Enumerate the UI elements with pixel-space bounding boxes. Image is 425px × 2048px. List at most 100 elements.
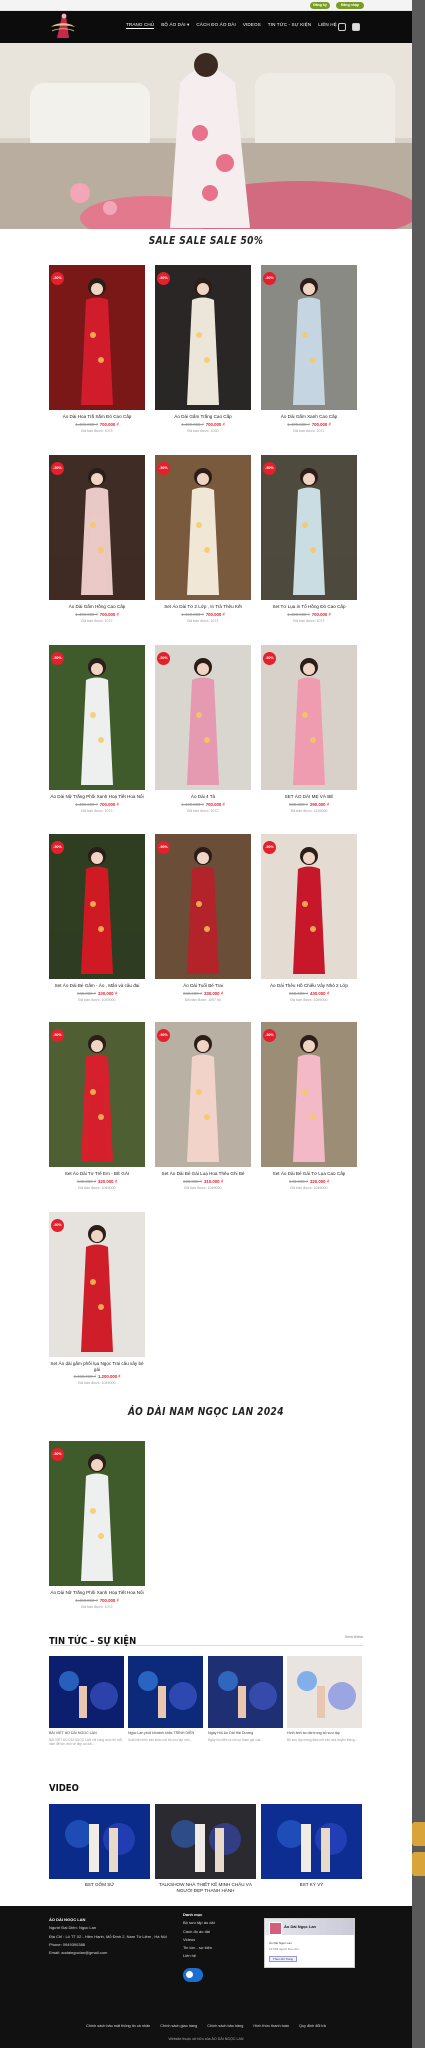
- product-card[interactable]: -50% Set Áo Dài Bé Gái Luạ Hoa Thêu Ghi B…: [155, 1022, 251, 1190]
- product-card[interactable]: -50% Set Áo dài gấm phối lụa Ngọc Trai câ…: [49, 1212, 145, 1385]
- news-item[interactable]: BÀI VIẾT ÁO DÀI NGỌC LAN BÀI VIẾT ÁO DÀI …: [49, 1656, 124, 1746]
- product-card[interactable]: -50% Áo Dài 4 Tà 1.400.000 ₫ 700.000 ₫ Đã bá…: [155, 645, 251, 813]
- product-image[interactable]: -50%: [155, 834, 251, 979]
- nav-measure[interactable]: CÁCH ĐO ÁO DÀI: [196, 22, 235, 29]
- product-name[interactable]: Set Tơ Lụa in Tổ Hồng Đỏ Cao Cấp: [261, 604, 357, 610]
- product-image[interactable]: -50%: [49, 455, 145, 600]
- product-card[interactable]: -50% Set Áo Dài Tơ Trẻ Em - BÉ GÁI 640.000…: [49, 1022, 145, 1190]
- news-title[interactable]: Ngọc Lan phối khoảnh khắc TRÌNH DIỄN: [128, 1731, 203, 1736]
- product-image[interactable]: -50%: [261, 265, 357, 410]
- news-item[interactable]: Hình ảnh áo dài trong bộ sưu tập Bộ sưu t…: [287, 1656, 362, 1742]
- product-card[interactable]: -50% Set Áo Dài Bé Gấm - Áo , Mấn và câu …: [49, 834, 145, 1002]
- product-name[interactable]: Áo Dài 4 Tà: [155, 794, 251, 800]
- news-title[interactable]: BÀI VIẾT ÁO DÀI NGỌC LAN: [49, 1731, 124, 1736]
- video-title[interactable]: BST KỲ VỸ: [261, 1882, 362, 1888]
- news-more-link[interactable]: Xem thêm: [345, 1634, 363, 1639]
- policy-payment[interactable]: Hình thức thanh toán: [253, 2024, 289, 2028]
- product-image[interactable]: -50%: [49, 1212, 145, 1357]
- product-card[interactable]: -50% Áo Dài Nữ Trắng Phối Xanh Hoạ Tiết H…: [49, 1441, 145, 1609]
- product-image[interactable]: -50%: [155, 645, 251, 790]
- fb-follow-button[interactable]: Theo dõi Trang: [269, 1956, 297, 1962]
- product-name[interactable]: Set Áo Dài Bé Gấm - Áo , Mấn và câu đai: [49, 983, 145, 989]
- video-item[interactable]: BST KỲ VỸ: [261, 1804, 362, 1888]
- footer-link-measure[interactable]: Cách đo áo dài: [183, 1928, 253, 1936]
- product-name[interactable]: Set Áo dài gấm phối lụa Ngọc Trai câu vâ…: [49, 1361, 145, 1372]
- product-image[interactable]: -50%: [49, 645, 145, 790]
- video-item[interactable]: TALKSHOW NHÀ THIẾT KẾ MINH CHÂU VÀ NGƯỜI…: [155, 1804, 256, 1893]
- product-image[interactable]: -50%: [155, 1022, 251, 1167]
- product-card[interactable]: -50% Áo Dài Thêu Hồ Chiếu Vây Nhỏ 2 Lớp 86…: [261, 834, 357, 1002]
- policy-return[interactable]: Quy định đổi trả: [299, 2024, 326, 2028]
- video-thumbnail[interactable]: [49, 1804, 150, 1879]
- product-card[interactable]: -50% Áo Dài Nữ Trắng Phối Xanh Hoạ Tiết H…: [49, 645, 145, 813]
- footer-email[interactable]: Email: aodaingoclan@gmail.com: [49, 1949, 174, 1957]
- footer-phone[interactable]: Phone: 0949390388: [49, 1941, 174, 1949]
- product-card[interactable]: -50% SET ÁO DÀI MẸ VÀ BÉ 580.000 ₫ 290.000 …: [261, 645, 357, 813]
- product-name[interactable]: Set Áo Dài Bé Gái Luạ Hoa Thêu Ghi Bé: [155, 1171, 251, 1177]
- news-item[interactable]: Ngày Hội Áo Dài Hải Dương Ngày hội diễn r…: [208, 1656, 283, 1742]
- product-name[interactable]: Áo Dài Gấm Xanh Cao Cấp: [261, 414, 357, 420]
- nav-news[interactable]: TIN TỨC - SỰ KIỆN: [268, 22, 311, 29]
- product-card[interactable]: -50% Áo Dài Tuổi Bé Trai 660.000 ₫ 330.000 …: [155, 834, 251, 1002]
- product-name[interactable]: Set Áo Dài Bé Gái Tơ Lụa Cao Cấp: [261, 1171, 357, 1177]
- facebook-widget[interactable]: Áo Dài Ngọc Lan Áo Dài Ngọc Lan 12.563 n…: [264, 1918, 355, 1968]
- policy-privacy[interactable]: Chính sách bảo mật thông tin cá nhân: [86, 2024, 150, 2028]
- policy-shipping[interactable]: Chính sách giao hàng: [160, 2024, 197, 2028]
- product-name[interactable]: Set Áo Dài Tơ 2 Lớp , In Trà Thêu Kết: [155, 604, 251, 610]
- footer-link-contact[interactable]: Liên hệ: [183, 1952, 253, 1960]
- side-tab-bottom[interactable]: [412, 1852, 425, 1876]
- search-icon[interactable]: [338, 23, 346, 31]
- product-card[interactable]: -50% Áo Dài Gấm Xanh Cao Cấp 1.400.000 ₫ 70…: [261, 265, 357, 433]
- product-name[interactable]: Áo Dài Thêu Hồ Chiếu Vây Nhỏ 2 Lớp: [261, 983, 357, 989]
- product-image[interactable]: -50%: [261, 645, 357, 790]
- nav-collection[interactable]: BỘ ÁO DÀI ▾: [161, 22, 189, 29]
- video-title[interactable]: TALKSHOW NHÀ THIẾT KẾ MINH CHÂU VÀ NGƯỜI…: [155, 1882, 256, 1893]
- product-card[interactable]: -50% Áo Dài Hoa Trắ Sắm Đỏ Cao Cấp 1.400.0…: [49, 265, 145, 433]
- product-card[interactable]: -50% Set Áo Dài Tơ 2 Lớp , In Trà Thêu Kế…: [155, 455, 251, 623]
- login-button[interactable]: Đăng nhập: [336, 2, 364, 9]
- product-card[interactable]: -50% Set Áo Dài Bé Gái Tơ Lụa Cao Cấp 640.…: [261, 1022, 357, 1190]
- policy-warranty[interactable]: Chính sách bảo hàng: [207, 2024, 243, 2028]
- product-image[interactable]: -50%: [261, 455, 357, 600]
- fb-page-name[interactable]: Áo Dài Ngọc Lan: [284, 1924, 316, 1929]
- product-image[interactable]: -50%: [49, 1022, 145, 1167]
- nav-home[interactable]: TRANG CHỦ: [126, 22, 155, 29]
- product-image[interactable]: -50%: [261, 1022, 357, 1167]
- product-image[interactable]: -50%: [261, 834, 357, 979]
- register-button[interactable]: Đăng ký: [310, 2, 330, 9]
- nav-contact[interactable]: LIÊN HỆ: [318, 22, 337, 29]
- product-name[interactable]: Áo Dài Hoa Trắ Sắm Đỏ Cao Cấp: [49, 414, 145, 420]
- product-image[interactable]: -50%: [155, 455, 251, 600]
- video-thumbnail[interactable]: [261, 1804, 362, 1879]
- video-item[interactable]: BST GỐM SỨ: [49, 1804, 150, 1888]
- nav-videos[interactable]: VIDEOS: [243, 22, 261, 29]
- product-name[interactable]: Set Áo Dài Tơ Trẻ Em - BÉ GÁI: [49, 1171, 145, 1177]
- news-image[interactable]: [208, 1656, 283, 1728]
- product-card[interactable]: -50% Set Tơ Lụa in Tổ Hồng Đỏ Cao Cấp 1.40…: [261, 455, 357, 623]
- product-card[interactable]: -50% Áo Dài Gấm Hồng Cao Cấp 1.400.000 ₫ 70…: [49, 455, 145, 623]
- product-image[interactable]: -50%: [49, 265, 145, 410]
- footer-link-collection[interactable]: Bộ sưu tập áo dài: [183, 1919, 253, 1927]
- video-thumbnail[interactable]: [155, 1804, 256, 1879]
- product-name[interactable]: SET ÁO DÀI MẸ VÀ BÉ: [261, 794, 357, 800]
- product-image[interactable]: -50%: [49, 1441, 145, 1586]
- cart-icon[interactable]: [352, 23, 360, 31]
- product-image[interactable]: -50%: [49, 834, 145, 979]
- brand-logo[interactable]: [48, 12, 78, 42]
- product-name[interactable]: Áo Dài Gấm Hồng Cao Cấp: [49, 604, 145, 610]
- video-title[interactable]: BST GỐM SỨ: [49, 1882, 150, 1888]
- footer-link-videos[interactable]: Videos: [183, 1936, 253, 1944]
- product-card[interactable]: -50% Áo Dài Gấm Trắng Cao Cấp 1.400.000 ₫ 7…: [155, 265, 251, 433]
- news-title[interactable]: Ngày Hội Áo Dài Hải Dương: [208, 1731, 283, 1736]
- product-name[interactable]: Áo Dài Tuổi Bé Trai: [155, 983, 251, 989]
- footer-link-news[interactable]: Tin tức - sự kiện: [183, 1944, 253, 1952]
- product-name[interactable]: Áo Dài Nữ Trắng Phối Xanh Hoạ Tiết Hoa N…: [49, 1590, 145, 1596]
- side-tab-top[interactable]: [412, 1822, 425, 1846]
- news-item[interactable]: Ngọc Lan phối khoảnh khắc TRÌNH DIỄN Xuất…: [128, 1656, 203, 1742]
- product-name[interactable]: Áo Dài Gấm Trắng Cao Cấp: [155, 414, 251, 420]
- product-name[interactable]: Áo Dài Nữ Trắng Phối Xanh Hoạ Tiết Hoa N…: [49, 794, 145, 800]
- news-image[interactable]: [287, 1656, 362, 1728]
- news-image[interactable]: [49, 1656, 124, 1728]
- news-title[interactable]: Hình ảnh áo dài trong bộ sưu tập: [287, 1731, 362, 1736]
- news-image[interactable]: [128, 1656, 203, 1728]
